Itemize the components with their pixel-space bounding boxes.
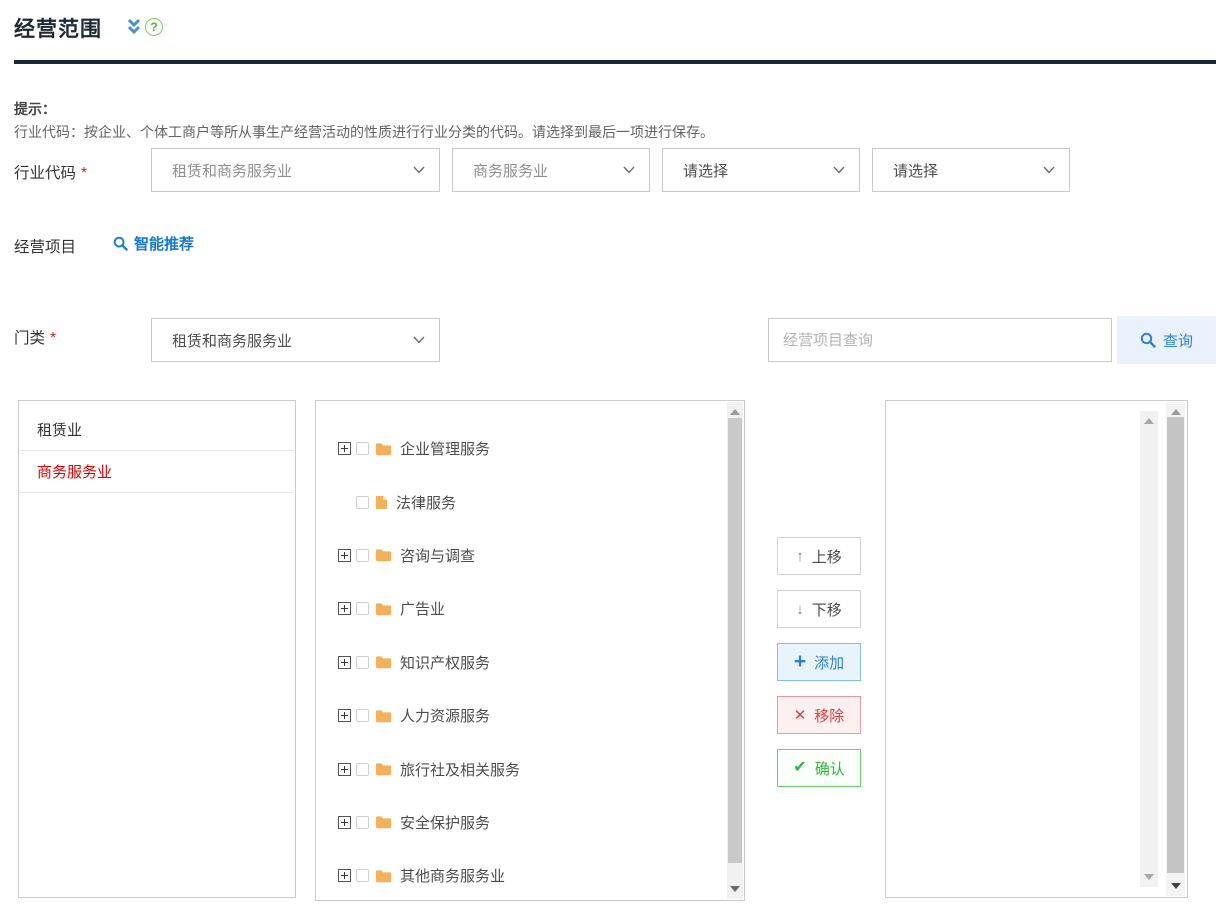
- double-chevron-down-icon[interactable]: [126, 18, 142, 36]
- file-icon: [375, 495, 388, 510]
- arrow-up-icon: ↑: [796, 549, 804, 564]
- checkbox[interactable]: [356, 763, 369, 776]
- smart-recommend-link[interactable]: 智能推荐: [113, 233, 194, 254]
- checkbox[interactable]: [356, 442, 369, 455]
- tree-item[interactable]: 人力资源服务: [338, 689, 726, 742]
- expand-plus-icon[interactable]: [338, 549, 351, 562]
- folder-icon: [375, 602, 392, 616]
- tree-item[interactable]: 广告业: [338, 582, 726, 635]
- folder-icon: [375, 869, 392, 883]
- arrow-down-icon: ↓: [796, 602, 804, 617]
- expand-plus-icon[interactable]: [338, 869, 351, 882]
- outer-scrollbar[interactable]: [1166, 402, 1185, 896]
- chevron-down-icon: [623, 166, 635, 174]
- tree-item[interactable]: 企业管理服务: [338, 422, 726, 475]
- plus-icon: +: [794, 651, 806, 672]
- expand-plus-icon[interactable]: [338, 709, 351, 722]
- folder-icon: [375, 442, 392, 456]
- category-select[interactable]: 租赁和商务服务业: [151, 318, 440, 362]
- add-button[interactable]: + 添加: [777, 643, 861, 681]
- page-title: 经营范围: [14, 13, 102, 43]
- tree-content: 企业管理服务 法律服务 咨询与调查 广告业: [316, 401, 726, 900]
- checkbox[interactable]: [356, 869, 369, 882]
- search-button[interactable]: 查询: [1117, 316, 1216, 364]
- expand-plus-icon[interactable]: [338, 442, 351, 455]
- search-input[interactable]: [768, 318, 1112, 362]
- tree-item[interactable]: 旅行社及相关服务: [338, 742, 726, 795]
- chevron-down-icon: [413, 336, 425, 344]
- scroll-down-icon[interactable]: [730, 886, 740, 892]
- tree-item[interactable]: 其他商务服务业: [338, 849, 726, 900]
- title-divider: [14, 60, 1216, 64]
- scroll-up-icon[interactable]: [730, 409, 740, 415]
- move-down-button[interactable]: ↓ 下移: [777, 590, 861, 628]
- checkbox[interactable]: [356, 549, 369, 562]
- category-list-panel: 租赁业 商务服务业: [18, 400, 296, 898]
- category-label: 门类*: [14, 326, 56, 348]
- required-asterisk: *: [50, 330, 56, 347]
- business-scope-page: 经营范围 ? 提示： 行业代码：按企业、个体工商户等所从事生产经营活动的性质进行…: [0, 0, 1230, 915]
- expand-plus-icon[interactable]: [338, 656, 351, 669]
- move-up-button[interactable]: ↑ 上移: [777, 537, 861, 575]
- search-icon: [1140, 332, 1156, 348]
- scrollbar-thumb[interactable]: [728, 418, 742, 863]
- business-items-tree-panel: 企业管理服务 法律服务 咨询与调查 广告业: [315, 400, 745, 901]
- scrollbar-thumb[interactable]: [1167, 417, 1184, 873]
- checkbox[interactable]: [356, 496, 369, 509]
- tip-text: 行业代码：按企业、个体工商户等所从事生产经营活动的性质进行行业分类的代码。请选择…: [14, 122, 714, 142]
- chevron-down-icon: [1043, 166, 1055, 174]
- tree-item[interactable]: 安全保护服务: [338, 796, 726, 849]
- expand-plus-icon[interactable]: [338, 816, 351, 829]
- industry-select-level3[interactable]: 请选择: [662, 148, 860, 192]
- selected-items-panel: [885, 400, 1188, 898]
- tree-scrollbar[interactable]: [727, 402, 743, 899]
- category-item-business-service[interactable]: 商务服务业: [20, 451, 294, 493]
- business-items-label: 经营项目: [14, 235, 76, 257]
- folder-icon: [375, 548, 392, 562]
- scroll-up-icon[interactable]: [1171, 409, 1181, 415]
- scroll-down-icon[interactable]: [1144, 874, 1154, 880]
- checkbox[interactable]: [356, 816, 369, 829]
- expand-plus-icon[interactable]: [338, 763, 351, 776]
- search-icon: [113, 236, 128, 251]
- tree-item[interactable]: 法律服务: [338, 475, 726, 528]
- folder-icon: [375, 709, 392, 723]
- industry-select-level4[interactable]: 请选择: [872, 148, 1070, 192]
- checkbox[interactable]: [356, 602, 369, 615]
- help-icon[interactable]: ?: [145, 18, 163, 36]
- tip-label: 提示：: [14, 99, 56, 119]
- remove-button[interactable]: ✕ 移除: [777, 696, 861, 734]
- transfer-actions: ↑ 上移 ↓ 下移 + 添加 ✕ 移除 ✔ 确认: [777, 537, 861, 787]
- tree-item[interactable]: 知识产权服务: [338, 636, 726, 689]
- checkbox[interactable]: [356, 656, 369, 669]
- checkbox[interactable]: [356, 709, 369, 722]
- confirm-button[interactable]: ✔ 确认: [777, 749, 861, 787]
- category-item-rental[interactable]: 租赁业: [20, 409, 294, 451]
- scroll-down-icon[interactable]: [1171, 883, 1181, 889]
- industry-select-level2[interactable]: 商务服务业: [452, 148, 650, 192]
- scroll-up-icon[interactable]: [1144, 418, 1154, 424]
- expand-plus-icon[interactable]: [338, 602, 351, 615]
- chevron-down-icon: [413, 166, 425, 174]
- x-icon: ✕: [794, 708, 807, 723]
- industry-select-level1[interactable]: 租赁和商务服务业: [151, 148, 440, 192]
- check-icon: ✔: [793, 760, 806, 776]
- folder-icon: [375, 815, 392, 829]
- inner-scrollbar[interactable]: [1140, 411, 1158, 887]
- folder-icon: [375, 762, 392, 776]
- industry-code-label: 行业代码*: [14, 161, 87, 183]
- chevron-down-icon: [833, 166, 845, 174]
- tree-item[interactable]: 咨询与调查: [338, 529, 726, 582]
- required-asterisk: *: [81, 165, 87, 182]
- folder-icon: [375, 655, 392, 669]
